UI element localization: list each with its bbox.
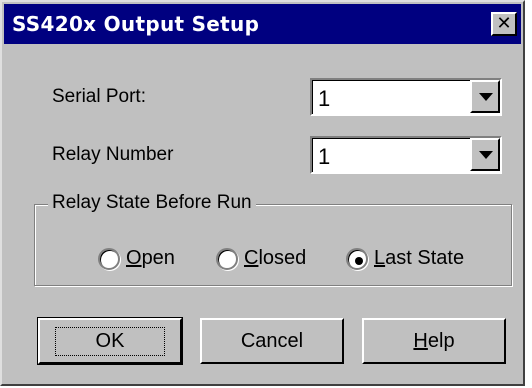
help-button[interactable]: Help <box>362 318 506 364</box>
relay-state-group-title: Relay State Before Run <box>48 192 256 214</box>
relay-state-groupbox <box>34 204 512 286</box>
relay-number-dropdown-button[interactable] <box>470 138 500 171</box>
serial-port-dropdown-button[interactable] <box>470 80 500 113</box>
serial-port-select[interactable]: 1 <box>310 78 502 116</box>
dialog-title: SS420x Output Setup <box>12 12 260 36</box>
ok-button[interactable]: OK <box>37 317 183 365</box>
serial-port-value: 1 <box>318 86 331 111</box>
relay-number-select[interactable]: 1 <box>310 136 502 174</box>
radio-last-state-label: Last State <box>374 247 465 269</box>
radio-closed-label: Closed <box>244 247 307 269</box>
close-button[interactable]: ✕ <box>491 12 517 36</box>
help-button-label: Help <box>413 329 455 352</box>
chevron-down-icon <box>479 93 493 101</box>
chevron-down-icon <box>479 151 493 159</box>
relay-number-value: 1 <box>318 144 331 169</box>
serial-port-label: Serial Port: <box>52 86 146 107</box>
ok-button-label: OK <box>54 326 166 356</box>
close-icon: ✕ <box>496 13 512 34</box>
cancel-button[interactable]: Cancel <box>200 318 344 364</box>
radio-circle-icon <box>98 248 120 270</box>
radio-circle-selected-icon <box>346 248 368 270</box>
radio-open-label: Open <box>126 247 175 269</box>
title-bar: SS420x Output Setup ✕ <box>4 4 521 44</box>
radio-circle-icon <box>216 248 238 270</box>
cancel-button-label: Cancel <box>240 329 304 352</box>
relay-number-label: Relay Number <box>52 144 174 165</box>
